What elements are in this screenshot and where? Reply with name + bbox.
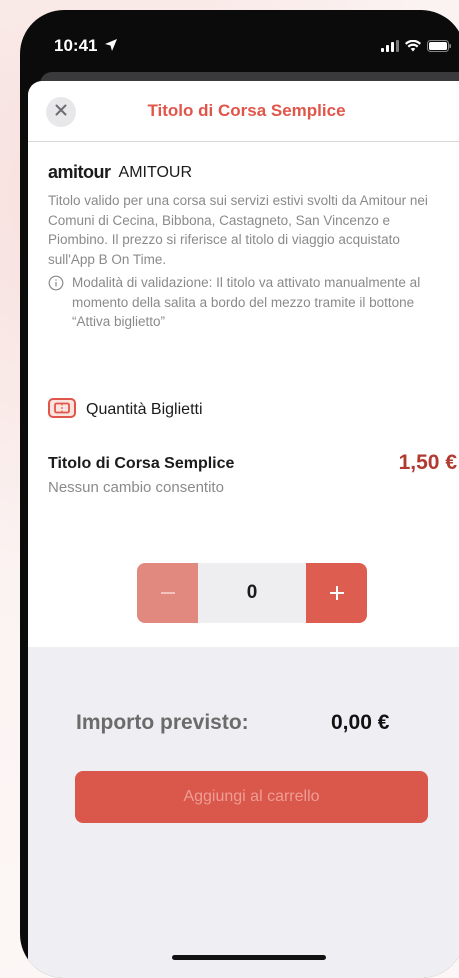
ticket-sheet: Titolo di Corsa Semplice amitour AMITOUR…	[28, 81, 459, 978]
quantity-header: Quantità Biglietti	[28, 397, 459, 423]
operator-name: AMITOUR	[118, 163, 192, 181]
ticket-description: Titolo valido per una corsa sui servizi …	[48, 193, 428, 267]
validation-note-text: Modalità di validazione: Il titolo va at…	[72, 275, 421, 329]
amount-row: Importo previsto: 0,00 €	[76, 711, 445, 741]
operator-logo: amitour	[48, 162, 111, 182]
page-title: Titolo di Corsa Semplice	[147, 101, 346, 120]
quantity-value[interactable]: 0	[198, 563, 306, 623]
amount-value: 0,00 €	[331, 711, 390, 734]
increment-button[interactable]	[306, 563, 367, 623]
ticket-price: 1,50 €	[398, 450, 457, 474]
phone-frame: 10:41 Titolo di Corsa Semplice amitour A…	[20, 10, 459, 978]
decrement-button[interactable]	[137, 563, 198, 623]
operator-row: amitour AMITOUR	[48, 162, 445, 183]
wifi-icon	[405, 39, 421, 57]
ticket-row: Titolo di Corsa Semplice 1,50 € Nessun c…	[28, 451, 459, 501]
sheet-header: Titolo di Corsa Semplice	[28, 81, 459, 142]
home-indicator	[172, 955, 326, 960]
status-icons	[381, 39, 451, 57]
validation-note: Modalità di validazione: Il titolo va at…	[48, 273, 445, 332]
minus-icon	[160, 592, 175, 594]
plus-icon	[329, 586, 344, 600]
ticket-name: Titolo di Corsa Semplice	[48, 454, 235, 472]
ticket-icon	[48, 397, 76, 423]
status-bar: 10:41	[28, 18, 459, 68]
ticket-info: amitour AMITOUR Titolo valido per una co…	[28, 142, 459, 332]
location-arrow-icon	[104, 38, 118, 57]
ticket-subtitle: Nessun cambio consentito	[48, 478, 224, 496]
add-to-cart-button[interactable]: Aggiungi al carrello	[75, 771, 428, 823]
info-icon	[48, 275, 64, 332]
summary-area: Importo previsto: 0,00 € Aggiungi al car…	[28, 647, 459, 978]
status-time: 10:41	[54, 36, 98, 55]
quantity-title: Quantità Biglietti	[86, 401, 203, 418]
quantity-stepper[interactable]: 0	[137, 563, 367, 623]
amount-label: Importo previsto:	[76, 711, 249, 734]
signal-icon	[381, 39, 399, 57]
battery-icon	[427, 39, 451, 57]
screen: 10:41 Titolo di Corsa Semplice amitour A…	[28, 18, 459, 978]
